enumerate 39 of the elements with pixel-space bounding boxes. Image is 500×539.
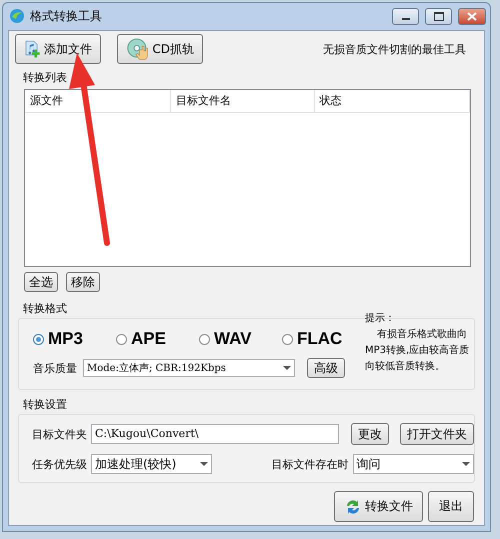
sync-icon (344, 498, 362, 516)
window-title: 格式转换工具 (30, 8, 103, 24)
file-list[interactable]: 源文件 目标文件名 状态 (24, 89, 471, 267)
priority-dropdown[interactable]: 加速处理(较快) (91, 454, 212, 474)
field-label: 音乐质量 (33, 360, 77, 376)
format-radio[interactable]: WAV (199, 329, 282, 349)
list-button[interactable]: 全选 (24, 272, 58, 292)
app-icon (9, 8, 25, 24)
field-label: 任务优先级 (32, 456, 87, 472)
format-radio[interactable]: FLAC (282, 329, 365, 349)
slogan-text: 无损音质文件切割的最佳工具 (323, 42, 466, 56)
column-header[interactable]: 状态 (314, 90, 470, 112)
maximize-button[interactable] (425, 8, 452, 24)
format-radio[interactable]: MP3 (33, 329, 116, 349)
format-radio[interactable]: APE (116, 329, 199, 349)
minimize-button[interactable] (392, 8, 419, 24)
add-file-button[interactable]: 添加文件 (15, 34, 101, 64)
list-button[interactable]: 移除 (66, 272, 100, 292)
convert-button[interactable]: 转换文件 (334, 491, 423, 522)
field-label: 目标文件存在时 (272, 456, 348, 472)
column-header[interactable]: 目标文件名 (170, 90, 315, 112)
close-icon (467, 12, 477, 20)
section-title: 转换格式 (23, 301, 67, 316)
field-label: 目标文件夹 (32, 426, 87, 442)
section-title: 转换列表 (23, 70, 67, 85)
exit-button[interactable]: 退出 (428, 491, 474, 522)
hint-text: 有损音乐格式歌曲向MP3转换,应由较高音质向较低音质转换。 (365, 328, 470, 374)
advanced-button[interactable]: 高级 (307, 358, 345, 378)
close-button[interactable] (458, 8, 486, 24)
change-button[interactable]: 更改 (351, 423, 389, 445)
section-title: 转换设置 (23, 397, 67, 412)
file-exists-dropdown[interactable]: 询问 (352, 454, 474, 474)
column-header[interactable]: 源文件 (25, 90, 171, 112)
open-folder-button[interactable]: 打开文件夹 (400, 423, 474, 445)
disc-icon (126, 36, 150, 62)
hint-title: 提示： (365, 313, 395, 324)
quality-dropdown[interactable]: Mode:立体声; CBR:192Kbps (83, 359, 295, 377)
folder-field[interactable]: C:\Kugou\Convert\ (91, 424, 339, 444)
cd-rip-button[interactable]: CD抓轨 (117, 34, 203, 64)
